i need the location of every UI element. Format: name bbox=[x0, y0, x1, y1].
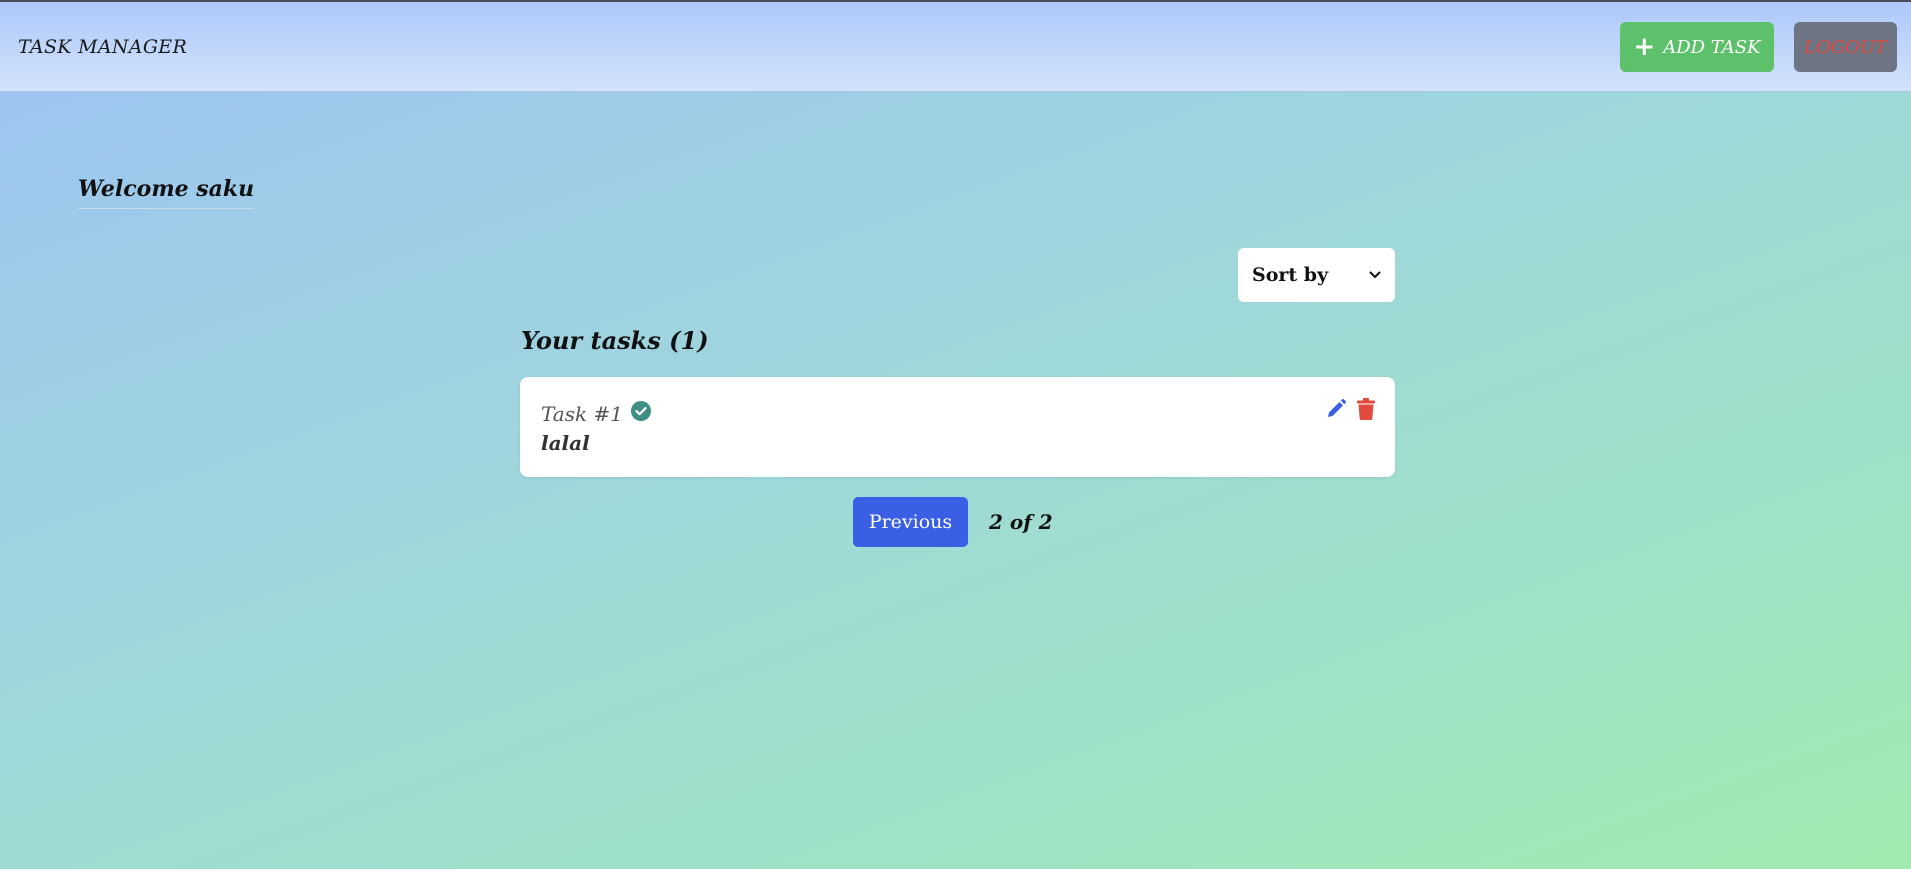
welcome-message: Welcome saku bbox=[78, 176, 255, 209]
logout-label: LOGOUT bbox=[1803, 36, 1888, 58]
task-description: lalal bbox=[541, 431, 590, 455]
logout-button[interactable]: LOGOUT bbox=[1794, 22, 1897, 72]
chevron-down-icon bbox=[1369, 267, 1381, 283]
page-indicator: 2 of 2 bbox=[989, 510, 1053, 534]
tasks-heading: Your tasks (1) bbox=[521, 326, 709, 355]
trash-icon bbox=[1357, 398, 1375, 424]
previous-label: Previous bbox=[868, 511, 953, 533]
task-title: Task #1 bbox=[541, 401, 623, 426]
delete-task-button[interactable] bbox=[1355, 398, 1377, 424]
brand-title: TASK MANAGER bbox=[18, 36, 188, 58]
navbar: TASK MANAGER + ADD TASK LOGOUT bbox=[0, 2, 1911, 92]
add-task-label: ADD TASK bbox=[1663, 36, 1761, 58]
sort-selected-value: Sort by bbox=[1252, 264, 1329, 286]
sort-select[interactable]: Sort by bbox=[1238, 248, 1395, 302]
task-actions bbox=[1325, 398, 1377, 424]
plus-icon: + bbox=[1633, 32, 1656, 62]
task-card: Task #1 lalal bbox=[520, 377, 1395, 477]
add-task-button[interactable]: + ADD TASK bbox=[1620, 22, 1774, 72]
previous-page-button[interactable]: Previous bbox=[853, 497, 968, 547]
check-circle-icon bbox=[630, 401, 651, 426]
edit-task-button[interactable] bbox=[1325, 398, 1347, 424]
task-title-row: Task #1 bbox=[541, 401, 651, 426]
pencil-icon bbox=[1325, 398, 1347, 424]
